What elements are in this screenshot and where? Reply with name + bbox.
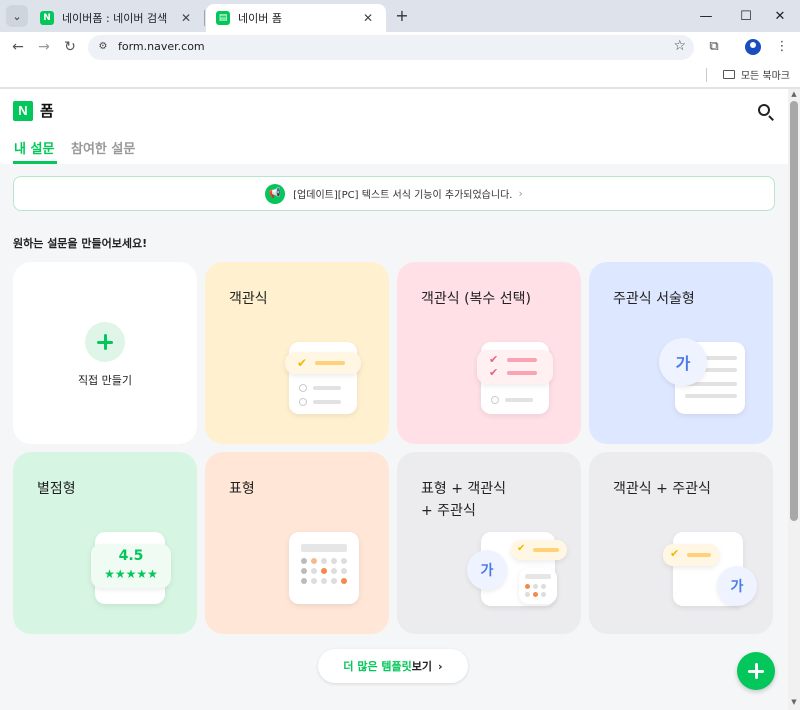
back-icon[interactable]: ← [8, 37, 28, 57]
tab-search-chevron-icon[interactable]: ⌄ [6, 5, 28, 27]
star-rating-icon: ★★★★★ [104, 567, 158, 581]
card-title: 표형 [229, 481, 255, 497]
tab-my-surveys[interactable]: 내 설문 [14, 138, 54, 157]
folder-icon [722, 70, 735, 79]
tab-naver-search[interactable]: N 네이버폼 : 네이버 검색 ✕ [30, 4, 204, 32]
reload-icon[interactable]: ↻ [60, 37, 80, 57]
url-text: form.naver.com [118, 40, 205, 53]
forward-icon[interactable]: → [34, 37, 54, 57]
chevron-right-icon: › [518, 187, 523, 200]
profile-avatar-icon[interactable] [745, 39, 761, 55]
tab-title: 네이버폼 : 네이버 검색 [62, 12, 168, 25]
template-card-multiple-choice[interactable]: 객관식 ✔ [205, 262, 389, 444]
tab-separator [204, 10, 205, 26]
add-survey-fab-button[interactable] [737, 652, 775, 690]
site-info-icon[interactable]: ⚙ [96, 40, 110, 54]
tab-participated-surveys[interactable]: 참여한 설문 [71, 138, 135, 157]
page-header: N 폼 내 설문 참여한 설문 [0, 89, 788, 164]
browser-toolbar: ← → ↻ ⚙ form.naver.com ☆ ⧉ ⋮ [0, 32, 800, 62]
scroll-down-arrow-icon[interactable]: ▼ [790, 698, 798, 706]
extensions-icon[interactable]: ⧉ [704, 37, 724, 57]
card-title: 객관식 (복수 선택) [421, 291, 531, 307]
card-title: 주관식 서술형 [613, 291, 695, 307]
address-bar[interactable]: ⚙ form.naver.com ☆ [88, 35, 694, 60]
close-icon[interactable]: ✕ [178, 11, 194, 25]
tab-naver-form[interactable]: ▤ 네이버 폼 ✕ [206, 4, 386, 32]
rating-value: 4.5 [118, 548, 144, 564]
section-title: 원하는 설문을 만들어보세요! [13, 237, 148, 250]
new-tab-icon[interactable]: + [392, 6, 412, 26]
template-card-table[interactable]: 표형 [205, 452, 389, 634]
naver-favicon-icon: N [40, 11, 54, 25]
naver-logo[interactable]: N [13, 101, 33, 121]
update-notice-banner[interactable]: 📢 [업데이트][PC] 텍스트 서식 기능이 추가되었습니다. › [13, 176, 775, 211]
ga-letter-icon: 가 [717, 566, 757, 606]
template-card-rating[interactable]: 별점형 4.5 ★★★★★ [13, 452, 197, 634]
active-tab-underline [13, 161, 57, 164]
chevron-right-icon: › [438, 659, 443, 673]
template-card-direct[interactable]: 직접 만들기 [13, 262, 197, 444]
app-name[interactable]: 폼 [40, 100, 54, 121]
check-icon: ✔ [670, 547, 680, 560]
more-templates-rest: 보기 [411, 660, 433, 673]
minimize-icon[interactable]: — [686, 0, 726, 32]
bookmark-folder-label: 모든 북마크 [740, 71, 790, 82]
card-title: 객관식 [229, 291, 268, 307]
all-bookmarks-folder[interactable]: 모든 북마크 [722, 67, 790, 82]
plus-icon [85, 322, 125, 362]
bookmark-star-icon[interactable]: ☆ [673, 38, 686, 54]
page-scrollbar[interactable]: ▲ ▼ [788, 89, 800, 710]
bookmarks-bar: 모든 북마크 [0, 62, 800, 88]
close-icon[interactable]: ✕ [360, 11, 376, 25]
tab-title: 네이버 폼 [238, 12, 282, 25]
template-card-choice-text[interactable]: 객관식 + 주관식 ✔ 가 [589, 452, 773, 634]
more-templates-highlight: 더 많은 템플릿 [343, 660, 412, 673]
template-card-multi-select[interactable]: 객관식 (복수 선택) ✔ ✔ [397, 262, 581, 444]
kebab-menu-icon[interactable]: ⋮ [772, 37, 792, 57]
check-icon: ✔ [489, 366, 499, 379]
tab-strip: ⌄ N 네이버폼 : 네이버 검색 ✕ ▤ 네이버 폼 ✕ + — ☐ ✕ [0, 0, 800, 32]
card-title: 별점형 [37, 481, 76, 497]
scrollbar-thumb[interactable] [790, 101, 798, 521]
form-favicon-icon: ▤ [216, 11, 230, 25]
more-templates-button[interactable]: 더 많은 템플릿 보기 › [318, 649, 468, 683]
ga-letter-icon: 가 [659, 338, 707, 386]
card-title: 표형 + 객관식 + 주관식 [421, 481, 507, 519]
bookmark-separator [706, 68, 707, 82]
template-card-table-choice-text[interactable]: 표형 + 객관식 + 주관식 ✔ 가 [397, 452, 581, 634]
megaphone-icon: 📢 [265, 183, 286, 204]
check-icon: ✔ [489, 353, 499, 366]
window-close-icon[interactable]: ✕ [760, 0, 800, 32]
page-content: N 폼 내 설문 참여한 설문 📢 [업데이트][PC] 텍스트 서식 기능이 … [0, 89, 788, 710]
search-icon[interactable] [756, 102, 776, 122]
card-title: 객관식 + 주관식 [613, 481, 711, 497]
ga-letter-icon: 가 [467, 550, 507, 590]
check-icon: ✔ [517, 543, 526, 554]
notice-text: [업데이트][PC] 텍스트 서식 기능이 추가되었습니다. [293, 190, 513, 201]
scroll-up-arrow-icon[interactable]: ▲ [790, 90, 798, 98]
direct-create-label: 직접 만들기 [77, 374, 133, 387]
template-card-short-answer[interactable]: 주관식 서술형 가 [589, 262, 773, 444]
check-icon: ✔ [297, 356, 308, 370]
